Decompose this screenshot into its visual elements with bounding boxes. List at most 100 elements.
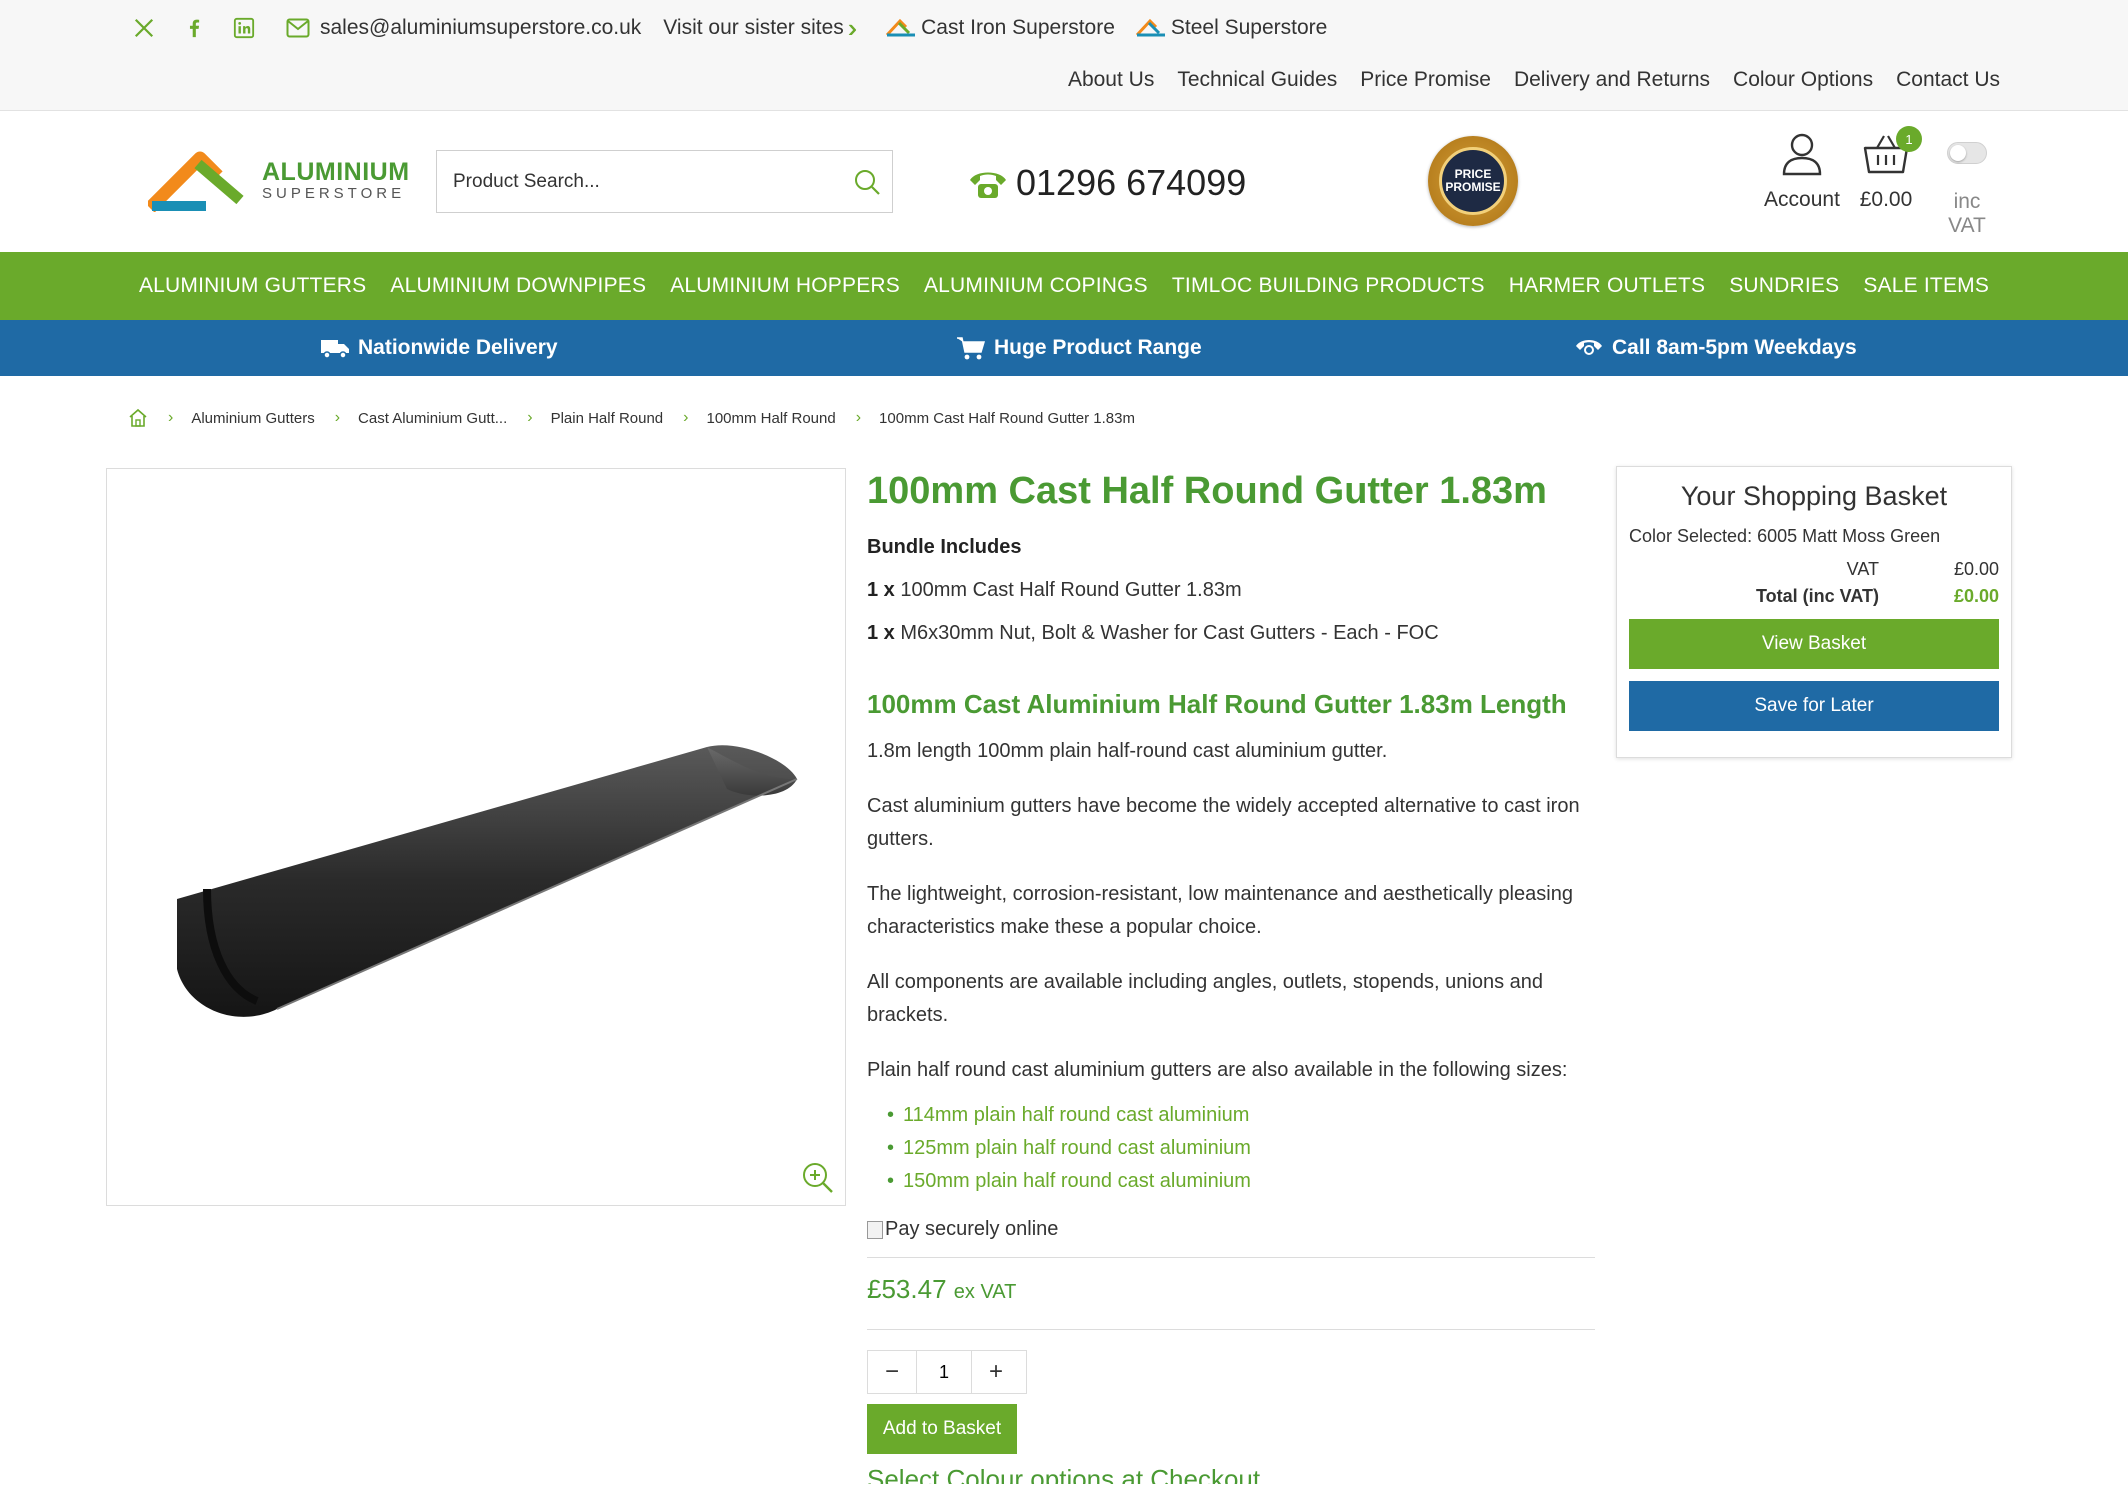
product-image-box[interactable] [106, 468, 846, 1206]
sister-site-label: Cast Iron Superstore [921, 16, 1115, 39]
phone-text: 01296 674099 [1016, 162, 1247, 203]
roof-logo-icon [886, 18, 916, 37]
search-input[interactable] [437, 170, 842, 193]
size-link[interactable]: 114mm plain half round cast aluminium [887, 1099, 1597, 1132]
phone-icon [970, 172, 1006, 198]
link-delivery-returns[interactable]: Delivery and Returns [1514, 68, 1710, 92]
logo-sub-text: SUPERSTORE [262, 185, 406, 202]
basket-count-badge: 1 [1896, 126, 1922, 152]
nav-sundries[interactable]: SUNDRIES [1729, 274, 1839, 298]
nav-aluminium-hoppers[interactable]: ALUMINIUM HOPPERS [670, 274, 900, 298]
basket-button[interactable]: 1 £0.00 [1856, 126, 1922, 212]
zoom-in-icon[interactable] [801, 1161, 835, 1195]
description-paragraph: All components are available including a… [867, 971, 1543, 1026]
chevron-right-icon: › [334, 409, 341, 426]
price-promise-badge[interactable]: PRICE PROMISE [1428, 136, 1518, 226]
quantity-stepper: − + [867, 1350, 1027, 1394]
cart-icon [957, 337, 986, 360]
vat-label: VAT [1846, 559, 1879, 579]
phone-number[interactable]: 01296 674099 [966, 162, 1246, 204]
double-chevron-icon: ›› [847, 12, 860, 43]
link-about-us[interactable]: About Us [1068, 68, 1154, 92]
envelope-icon [286, 18, 310, 38]
x-twitter-icon[interactable] [128, 12, 160, 44]
topbar-links: About Us Technical Guides Price Promise … [1045, 68, 2000, 92]
breadcrumb-item[interactable]: Cast Aluminium Gutt... [358, 410, 507, 427]
breadcrumb: › Aluminium Gutters › Cast Aluminium Gut… [128, 408, 1135, 428]
basket-panel-title: Your Shopping Basket [1680, 481, 1948, 511]
breadcrumb-item[interactable]: Aluminium Gutters [191, 410, 314, 427]
site-logo[interactable]: ALUMINIUM SUPERSTORE [148, 150, 410, 212]
bundle-name: M6x30mm Nut, Bolt & Washer for Cast Gutt… [900, 622, 1439, 644]
nav-harmer-outlets[interactable]: HARMER OUTLETS [1509, 274, 1706, 298]
quantity-increase-button[interactable]: + [972, 1351, 1020, 1393]
sister-site-cast-iron[interactable]: Cast Iron Superstore [885, 16, 1115, 40]
size-links-list: 114mm plain half round cast aluminium 12… [867, 1099, 1597, 1198]
total-label: Total (inc VAT) [1756, 586, 1879, 606]
link-price-promise[interactable]: Price Promise [1360, 68, 1491, 92]
vat-toggle-switch[interactable] [1947, 142, 1987, 164]
bundle-qty: 1 x [867, 622, 895, 644]
basket-total: £0.00 [1859, 188, 1913, 211]
vat-value: £0.00 [1953, 559, 1999, 579]
sister-site-steel[interactable]: Steel Superstore [1135, 16, 1327, 40]
breadcrumb-item[interactable]: 100mm Half Round [706, 410, 835, 427]
nav-aluminium-downpipes[interactable]: ALUMINIUM DOWNPIPES [390, 274, 646, 298]
total-row: Total (inc VAT) £0.00 [1617, 586, 2011, 607]
link-contact-us[interactable]: Contact Us [1896, 68, 2000, 92]
size-link[interactable]: 150mm plain half round cast aluminium [887, 1165, 1597, 1198]
user-icon [1782, 133, 1822, 176]
site-header: ALUMINIUM SUPERSTORE 01296 674099 PRICE … [0, 112, 2128, 252]
view-basket-button[interactable]: View Basket [1629, 619, 1999, 669]
facebook-icon[interactable] [178, 12, 210, 44]
usp-range: Huge Product Range [956, 320, 1202, 376]
home-icon[interactable] [128, 408, 148, 428]
color-selected-text: Color Selected: 6005 Matt Moss Green [1629, 526, 1941, 546]
size-link[interactable]: 125mm plain half round cast aluminium [887, 1132, 1597, 1165]
save-for-later-button[interactable]: Save for Later [1629, 681, 1999, 731]
divider [867, 1329, 1595, 1330]
usp-range-text: Huge Product Range [994, 336, 1202, 359]
description-paragraph: Plain half round cast aluminium gutters … [867, 1059, 1568, 1081]
email-link[interactable]: sales@aluminiumsuperstore.co.uk [286, 16, 641, 40]
chevron-right-icon: › [855, 409, 862, 426]
nav-timloc-building-products[interactable]: TIMLOC BUILDING PRODUCTS [1172, 274, 1485, 298]
usp-delivery-text: Nationwide Delivery [358, 336, 558, 359]
nav-sale-items[interactable]: SALE ITEMS [1863, 274, 1989, 298]
topbar-contact-row: sales@aluminiumsuperstore.co.uk Visit ou… [128, 12, 1347, 44]
quantity-decrease-button[interactable]: − [868, 1351, 916, 1393]
add-to-basket-button[interactable]: Add to Basket [867, 1404, 1017, 1454]
search-icon[interactable] [842, 167, 892, 197]
account-button[interactable]: Account [1762, 132, 1842, 212]
price-value: £53.47 [867, 1274, 947, 1304]
vat-toggle[interactable]: inc VAT [1932, 142, 2002, 238]
product-title: 100mm Cast Half Round Gutter 1.83m [867, 470, 1547, 512]
bundle-qty: 1 x [867, 579, 895, 601]
link-colour-options[interactable]: Colour Options [1733, 68, 1873, 92]
breadcrumb-item[interactable]: Plain Half Round [551, 410, 664, 427]
chevron-right-icon: › [168, 409, 174, 426]
phone-icon [1576, 340, 1602, 355]
sister-label-text: Visit our sister sites [663, 16, 844, 39]
description-paragraph: The lightweight, corrosion-resistant, lo… [867, 883, 1573, 938]
colour-options-link[interactable]: Select Colour options at Checkout [867, 1464, 1597, 1484]
logo-main-text: ALUMINIUM [262, 158, 410, 186]
roof-logo-icon [148, 151, 244, 212]
quantity-input[interactable] [916, 1351, 972, 1393]
top-utility-bar: sales@aluminiumsuperstore.co.uk Visit ou… [0, 0, 2128, 111]
divider [867, 1257, 1595, 1258]
nav-aluminium-gutters[interactable]: ALUMINIUM GUTTERS [139, 274, 366, 298]
bundle-heading: Bundle Includes [867, 536, 1022, 558]
price-suffix: ex VAT [953, 1281, 1017, 1303]
product-subheading: 100mm Cast Aluminium Half Round Gutter 1… [867, 689, 1567, 719]
link-technical-guides[interactable]: Technical Guides [1177, 68, 1337, 92]
description-paragraph: 1.8m length 100mm plain half-round cast … [867, 740, 1388, 762]
main-nav: ALUMINIUM GUTTERS ALUMINIUM DOWNPIPES AL… [0, 252, 2128, 320]
nav-aluminium-copings[interactable]: ALUMINIUM COPINGS [924, 274, 1148, 298]
product-info: 100mm Cast Half Round Gutter 1.83m Bundl… [867, 466, 1597, 1484]
usp-delivery: Nationwide Delivery [320, 320, 558, 376]
description-paragraph: Cast aluminium gutters have become the w… [867, 795, 1580, 850]
total-value: £0.00 [1953, 586, 1999, 606]
linkedin-icon[interactable] [228, 12, 260, 44]
usp-call-text: Call 8am-5pm Weekdays [1612, 336, 1857, 359]
